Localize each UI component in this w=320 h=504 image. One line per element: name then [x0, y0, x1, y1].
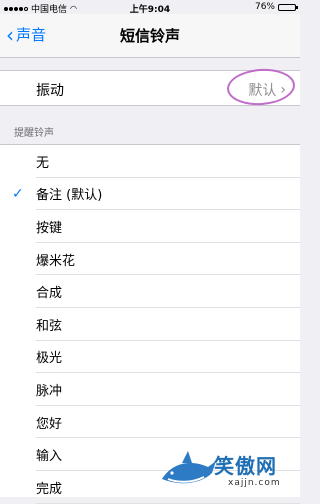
tone-label: 无 — [36, 155, 50, 171]
tone-item[interactable]: 按键 — [0, 210, 300, 243]
tone-item[interactable]: 和弦 — [0, 308, 300, 341]
tone-label: 备注 (默认) — [36, 188, 103, 204]
tone-label: 和弦 — [36, 318, 63, 334]
watermark-text: 笑傲网 — [214, 454, 277, 478]
section-header: 提醒铃声 — [14, 128, 54, 139]
tone-label: 完成 — [36, 481, 63, 497]
tone-item[interactable]: 极光 — [0, 341, 300, 374]
tone-label: 按键 — [36, 220, 63, 236]
watermark-url: xajjn.com — [228, 478, 281, 488]
navigation-bar: ‹ 声音 短信铃声 — [0, 14, 300, 58]
tone-item[interactable]: 爆米花 — [0, 243, 300, 276]
tone-item[interactable]: 脉冲 — [0, 373, 300, 406]
tone-list: 无 ✓ 备注 (默认) 按键爆米花合成和弦极光脉冲您好输入完成 — [0, 144, 300, 504]
checkmark-icon: ✓ — [12, 185, 24, 202]
tone-label: 输入 — [36, 449, 63, 465]
shark-logo-icon — [162, 451, 216, 484]
tone-item[interactable]: 合成 — [0, 275, 300, 308]
watermark: 笑傲网 xajjn.com — [158, 448, 298, 494]
battery-icon — [278, 3, 298, 11]
status-bar: 中国电信 ◠ 上午9:04 76% — [0, 0, 300, 15]
tone-label: 爆米花 — [36, 253, 76, 269]
tone-item[interactable]: 无 — [0, 145, 300, 178]
battery-percent: 76% — [254, 2, 275, 12]
tone-item[interactable]: 您好 — [0, 406, 300, 439]
tone-label: 合成 — [36, 286, 63, 302]
page-title: 短信铃声 — [119, 27, 180, 45]
battery-status: 76% — [254, 2, 298, 12]
tone-label: 极光 — [36, 351, 63, 367]
tone-item[interactable]: ✓ 备注 (默认) — [0, 178, 300, 211]
vibration-label: 振动 — [36, 83, 64, 99]
tone-label: 脉冲 — [36, 383, 63, 399]
tone-label: 您好 — [36, 416, 63, 432]
